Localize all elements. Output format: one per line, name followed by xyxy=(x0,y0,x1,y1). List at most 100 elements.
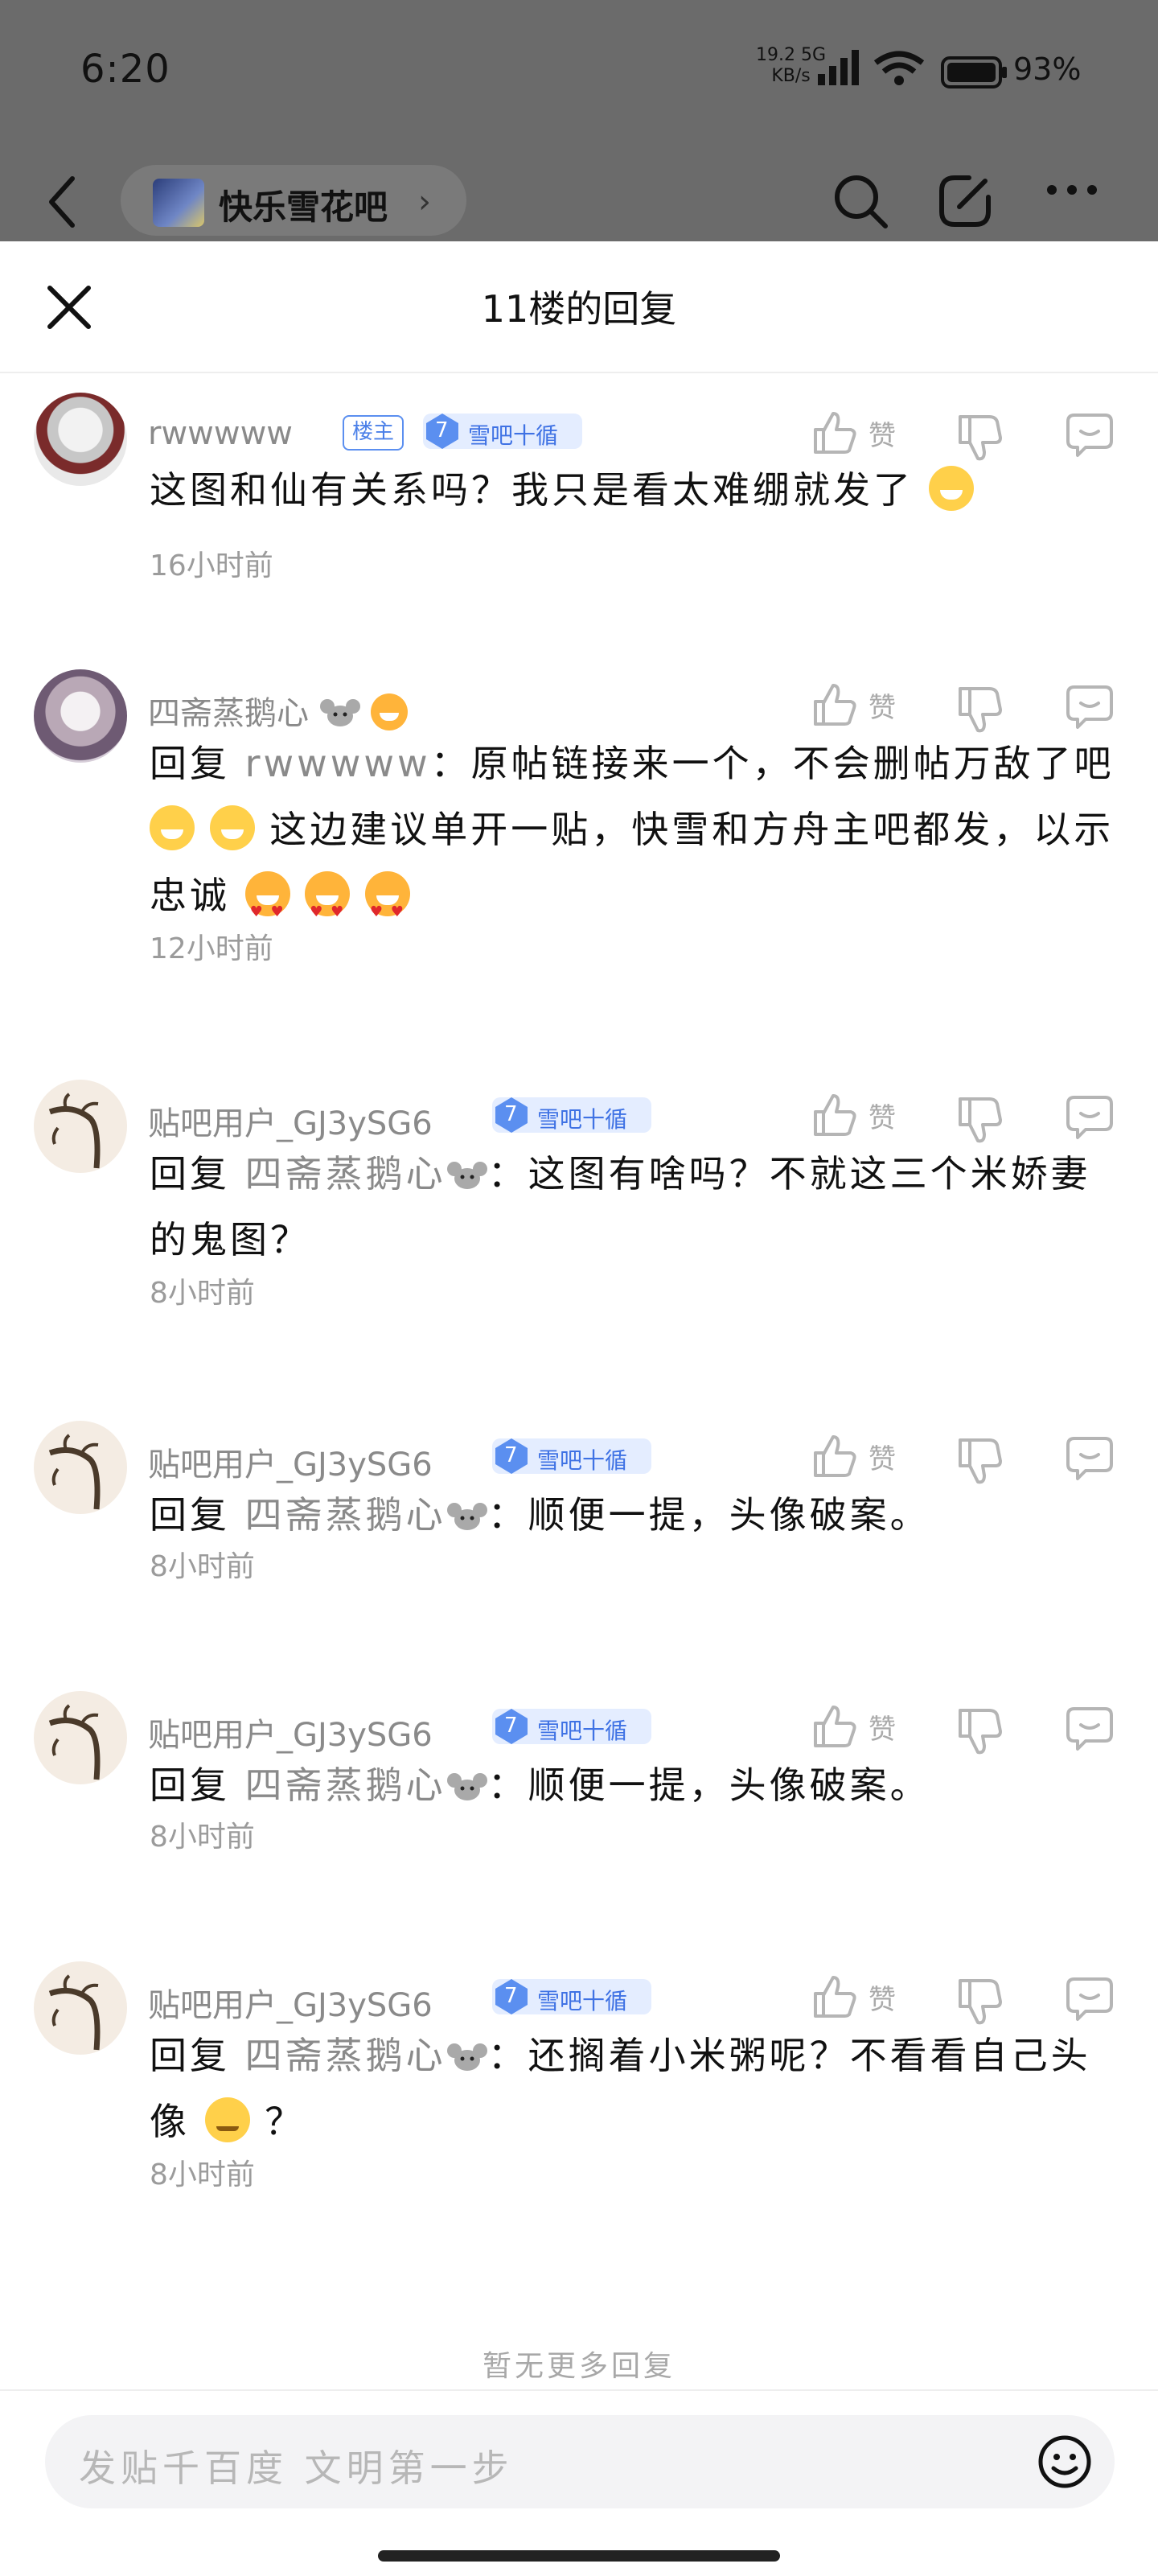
reply-bubble-icon[interactable] xyxy=(1065,1976,1115,2023)
reply-keyword: 回复 xyxy=(150,1493,230,1537)
heart-eyes-emoji-icon xyxy=(244,871,290,945)
op-badge: 楼主 xyxy=(343,415,404,451)
thumbs-up-icon xyxy=(814,1435,856,1477)
timestamp: 8小时前 xyxy=(150,1550,255,1583)
like-button[interactable]: 赞 xyxy=(811,1702,899,1751)
comment-text: 这图和仙有关系吗？我只是看太难绷就发了 xyxy=(150,468,914,512)
comment-text: ：顺便一提，头像破案。 xyxy=(487,1763,930,1807)
branch-avatar-icon xyxy=(48,1434,101,1510)
net-speed: 19.2 5G KB/s xyxy=(756,45,826,87)
reply-input[interactable]: 发贴千百度 文明第一步 xyxy=(45,2415,1115,2508)
reply-target-text: 四斋蒸鹅心 xyxy=(244,2034,446,2077)
thumbs-down-icon[interactable] xyxy=(955,1977,1004,2026)
branch-avatar-icon xyxy=(48,1974,101,2051)
forum-name[interactable]: 快乐雪花吧 xyxy=(219,180,388,229)
level-title: 雪吧十循 xyxy=(537,1106,628,1133)
reply-target-link[interactable]: rwwwww xyxy=(245,742,431,785)
edit-icon[interactable] xyxy=(937,173,993,229)
username[interactable]: 贴吧用户_GJ3ySG6 xyxy=(148,1097,433,1144)
reply-bubble-icon[interactable] xyxy=(1065,1094,1115,1141)
timestamp: 8小时前 xyxy=(150,1277,255,1310)
avatar[interactable] xyxy=(34,1961,127,2055)
comment-text-2: 这边建议单开一贴，快雪和方舟主吧都发，以示忠诚 xyxy=(150,808,1115,917)
mouse-emoji-icon xyxy=(446,1162,487,1189)
timestamp: 8小时前 xyxy=(150,1821,255,1854)
back-icon[interactable] xyxy=(47,175,79,228)
reply-target-link[interactable]: 四斋蒸鹅心 xyxy=(245,2034,488,2077)
avatar[interactable] xyxy=(34,1421,127,1514)
emoji-picker-icon[interactable] xyxy=(1036,2433,1094,2491)
comment-body: 回复 四斋蒸鹅心 ：顺便一提，头像破案。 xyxy=(150,1482,1131,1548)
mouse-emoji-icon xyxy=(446,1503,487,1530)
thumbs-down-icon[interactable] xyxy=(955,1707,1004,1755)
level-number: 7 xyxy=(435,418,449,442)
reply-target-link[interactable]: 四斋蒸鹅心 xyxy=(245,1763,488,1807)
username-text: 四斋蒸鹅心 xyxy=(148,695,309,732)
comment-text-2: ？ xyxy=(265,2100,306,2143)
status-bar: 6:20 19.2 5G KB/s 93% xyxy=(0,0,1158,145)
reply-bubble-icon[interactable] xyxy=(1065,1435,1115,1482)
avatar[interactable] xyxy=(34,393,127,486)
reply-target-link[interactable]: 四斋蒸鹅心 xyxy=(245,1493,488,1537)
thumbs-down-icon[interactable] xyxy=(955,685,1004,734)
avatar[interactable] xyxy=(34,1691,127,1784)
reply-bubble-icon[interactable] xyxy=(1065,684,1115,730)
comment-body: 这图和仙有关系吗？我只是看太难绷就发了 xyxy=(150,457,1131,523)
level-badge: 7 雪吧十循 xyxy=(423,414,582,449)
wifi-icon xyxy=(873,51,925,85)
username[interactable]: 贴吧用户_GJ3ySG6 xyxy=(148,1709,433,1755)
comment-body: 回复 四斋蒸鹅心 ：这图有啥吗？不就这三个米娇妻的鬼图？ xyxy=(150,1141,1131,1273)
thumbs-down-icon[interactable] xyxy=(955,1437,1004,1485)
reply-keyword: 回复 xyxy=(150,1152,230,1195)
reply-sheet: 11楼的回复 rwwwww 楼主 7 雪吧十循 赞 这图和仙有关系吗？我只是看太… xyxy=(0,241,1158,2576)
emoji-icon xyxy=(371,693,409,730)
emoji-icon xyxy=(209,805,255,850)
like-label: 赞 xyxy=(868,420,896,452)
net-speed-value: 19.2 xyxy=(756,45,795,65)
input-placeholder: 发贴千百度 文明第一步 xyxy=(79,2446,514,2490)
signal-icon xyxy=(818,50,859,85)
like-button[interactable]: 赞 xyxy=(811,409,899,457)
level-title: 雪吧十循 xyxy=(537,1447,628,1474)
heart-eyes-emoji-icon xyxy=(305,871,351,945)
reply-target-link[interactable]: 四斋蒸鹅心 xyxy=(245,1152,488,1195)
timestamp: 8小时前 xyxy=(150,2158,255,2191)
like-button[interactable]: 赞 xyxy=(811,1432,899,1480)
username[interactable]: 贴吧用户_GJ3ySG6 xyxy=(148,1438,433,1485)
level-number: 7 xyxy=(504,1102,518,1126)
reply-keyword: 回复 xyxy=(150,742,230,785)
timestamp: 16小时前 xyxy=(150,549,273,582)
level-number: 7 xyxy=(504,1984,518,2008)
reply-bubble-icon[interactable] xyxy=(1065,1706,1115,1752)
timestamp: 12小时前 xyxy=(150,932,273,965)
sheet-header: 11楼的回复 xyxy=(0,241,1158,373)
avatar[interactable] xyxy=(34,1080,127,1173)
reply-target-text: 四斋蒸鹅心 xyxy=(244,1763,446,1807)
home-indicator xyxy=(378,2550,780,2562)
reply-bubble-icon[interactable] xyxy=(1065,412,1115,459)
thumbs-up-icon xyxy=(814,1976,856,2018)
no-more-replies: 暂无更多回复 xyxy=(482,2350,676,2383)
like-button[interactable]: 赞 xyxy=(811,681,899,729)
emoji-icon xyxy=(928,466,974,511)
mouse-emoji-icon xyxy=(319,699,360,726)
thumbs-down-icon[interactable] xyxy=(955,1096,1004,1144)
search-icon[interactable] xyxy=(832,173,889,229)
reply-keyword: 回复 xyxy=(150,1763,230,1807)
username[interactable]: rwwwww xyxy=(148,415,293,452)
username[interactable]: 贴吧用户_GJ3ySG6 xyxy=(148,1979,433,2026)
username[interactable]: 四斋蒸鹅心 xyxy=(148,687,409,734)
like-button[interactable]: 赞 xyxy=(811,1973,899,2021)
sheet-title: 11楼的回复 xyxy=(481,287,677,331)
level-number: 7 xyxy=(504,1714,518,1738)
like-button[interactable]: 赞 xyxy=(811,1091,899,1139)
like-label: 赞 xyxy=(868,692,896,724)
thumbs-up-icon xyxy=(814,1094,856,1136)
smile-emoji-icon xyxy=(204,2097,250,2142)
thumbs-down-icon[interactable] xyxy=(955,414,1004,462)
avatar[interactable] xyxy=(34,669,127,763)
more-icon[interactable] xyxy=(1045,183,1098,196)
level-title: 雪吧十循 xyxy=(537,1718,628,1744)
branch-avatar-icon xyxy=(48,1704,101,1780)
thumbs-up-icon xyxy=(814,1706,856,1747)
